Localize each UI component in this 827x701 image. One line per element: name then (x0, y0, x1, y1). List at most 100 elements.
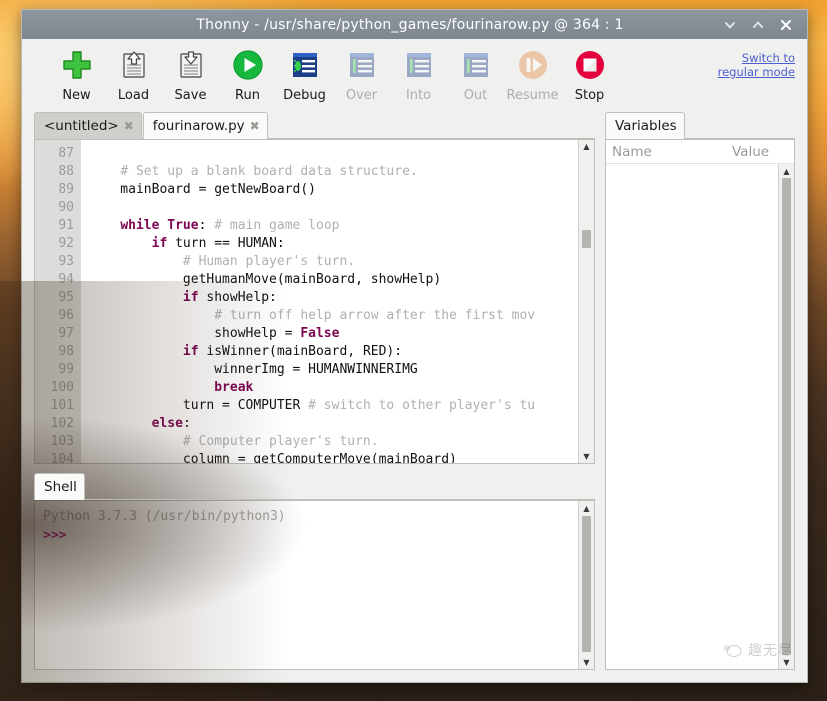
load-button[interactable]: Load (105, 45, 162, 103)
editor-scroll-track[interactable] (579, 154, 594, 449)
code-token: column = getComputerMove(mainBoard) (89, 451, 457, 463)
line-number: 96 (58, 307, 74, 323)
scroll-down-arrow-icon[interactable]: ▼ (579, 449, 594, 463)
code-token: # Human player's turn. (182, 253, 356, 269)
code-token: isWinner(mainBoard, RED): (198, 343, 403, 359)
editor-tab-fourinarow[interactable]: fourinarow.py ✖ (142, 111, 268, 139)
code-token: winnerImg = HUMANWINNERIMG (89, 361, 418, 377)
line-number: 94 (58, 271, 74, 287)
variables-panel[interactable]: Name Value ▲ ▼ (605, 139, 795, 670)
code-text-area[interactable]: # Set up a blank board data structure. m… (81, 139, 578, 463)
shell-vertical-scrollbar[interactable]: ▲ ▼ (578, 501, 594, 669)
scroll-down-arrow-icon[interactable]: ▼ (779, 655, 794, 669)
line-number: 92 (58, 235, 74, 251)
code-line: while True: # main game loop (89, 217, 578, 235)
step-out-icon (456, 45, 496, 85)
line-number-gutter: 87 88 89 90 91 92 93 94 95 96 97 98 99 100 101 102 103 10… (35, 139, 81, 464)
step-into-icon (399, 45, 439, 85)
code-token: break (214, 379, 254, 395)
line-number: 104 (50, 451, 74, 464)
switch-mode-line-2[interactable]: regular mode (718, 65, 795, 79)
editor-tab-fourinarow-label: fourinarow.py (152, 117, 245, 134)
load-button-label: Load (117, 88, 150, 103)
main-content: <untitled> ✖ fourinarow.py ✖ 87 88 89 90 91 9… (22, 111, 807, 682)
code-token: showHelp: (198, 289, 277, 305)
editor-vertical-scrollbar[interactable]: ▲ ▼ (578, 139, 594, 463)
switch-mode-line-1[interactable]: Switch to (718, 51, 795, 65)
code-token: # switch to other player's tu (308, 397, 536, 413)
shell-scroll-thumb[interactable] (582, 516, 591, 653)
desktop-wallpaper: Thonny - /usr/share/python_games/fourina… (0, 0, 827, 701)
step-over-button: Over (333, 45, 390, 103)
shell-frame[interactable]: Python 3.7.3 (/usr/bin/python3) >>> ▲ ▼ (34, 500, 595, 670)
shell-banner: Python 3.7.3 (/usr/bin/python3) (43, 509, 286, 524)
line-number: 102 (50, 415, 74, 431)
scroll-up-arrow-icon[interactable]: ▲ (579, 501, 594, 515)
stop-icon (570, 45, 610, 85)
scroll-down-arrow-icon[interactable]: ▼ (579, 655, 594, 669)
line-number: 97 (58, 325, 74, 341)
close-icon[interactable]: ✖ (124, 120, 134, 132)
shell-output[interactable]: Python 3.7.3 (/usr/bin/python3) >>> (35, 501, 578, 669)
editor-tab-untitled-label: <untitled> (44, 117, 119, 134)
step-into-button: Into (390, 45, 447, 103)
line-number: 87 (58, 145, 74, 161)
code-token: # Set up a blank board data structure. (120, 163, 418, 179)
variables-table-header: Name Value (606, 140, 794, 164)
code-line: if isWinner(mainBoard, RED): (89, 343, 578, 361)
shell-tabstrip: Shell (34, 472, 595, 500)
main-toolbar: New Load Save Run Debug Over Into Out Re… (22, 39, 807, 111)
variables-scroll-thumb[interactable] (782, 178, 791, 655)
save-icon (171, 45, 211, 85)
save-button[interactable]: Save (162, 45, 219, 103)
code-line: if showHelp: (89, 289, 578, 307)
editor-scroll-thumb[interactable] (582, 230, 591, 249)
code-token: if (151, 235, 168, 251)
line-number: 88 (58, 163, 74, 179)
debug-icon (285, 45, 325, 85)
code-editor[interactable]: 87 88 89 90 91 92 93 94 95 96 97 98 99 100 101 102 103 10… (34, 138, 595, 464)
stop-button[interactable]: Stop (561, 45, 618, 103)
close-button[interactable] (778, 17, 794, 33)
window-title: Thonny - /usr/share/python_games/fourina… (196, 16, 624, 33)
variables-tabstrip: Variables (605, 111, 795, 139)
step-into-button-label: Into (405, 88, 432, 103)
debug-button-label: Debug (283, 88, 326, 103)
code-token: while True (120, 217, 199, 233)
shell-tab-label: Shell (44, 479, 77, 495)
code-line: # Set up a blank board data structure. (89, 163, 578, 181)
stop-button-label: Stop (574, 88, 605, 103)
variables-scroll-track[interactable] (779, 178, 794, 655)
variables-vertical-scrollbar[interactable]: ▲ ▼ (778, 164, 794, 669)
thonny-window: Thonny - /usr/share/python_games/fourina… (21, 9, 808, 683)
run-button[interactable]: Run (219, 45, 276, 103)
shell-scroll-track[interactable] (579, 515, 594, 655)
editor-tab-untitled[interactable]: <untitled> ✖ (34, 111, 142, 139)
debug-button[interactable]: Debug (276, 45, 333, 103)
resume-button-label: Resume (506, 88, 559, 103)
minimize-button[interactable] (722, 17, 738, 33)
code-token: # Computer player's turn. (182, 433, 379, 449)
code-token: False (300, 325, 340, 341)
new-button[interactable]: New (48, 45, 105, 103)
shell-prompt: >>> (43, 528, 67, 543)
editor-tabstrip: <untitled> ✖ fourinarow.py ✖ (34, 111, 595, 139)
code-line: if turn == HUMAN: (89, 235, 578, 253)
code-line: turn = COMPUTER # switch to other player… (89, 397, 578, 415)
switch-to-regular-mode-link[interactable]: Switch to regular mode (718, 51, 795, 79)
maximize-button[interactable] (750, 17, 766, 33)
code-token: # turn off help arrow after the first mo… (214, 307, 536, 323)
variables-rows[interactable] (606, 164, 778, 669)
close-icon[interactable]: ✖ (250, 120, 260, 132)
code-token: : (198, 217, 215, 233)
tab-shell[interactable]: Shell (34, 473, 85, 500)
scroll-up-arrow-icon[interactable]: ▲ (579, 140, 594, 154)
scroll-up-arrow-icon[interactable]: ▲ (779, 164, 794, 178)
tab-variables[interactable]: Variables (605, 112, 685, 139)
code-token: # main game loop (214, 217, 340, 233)
